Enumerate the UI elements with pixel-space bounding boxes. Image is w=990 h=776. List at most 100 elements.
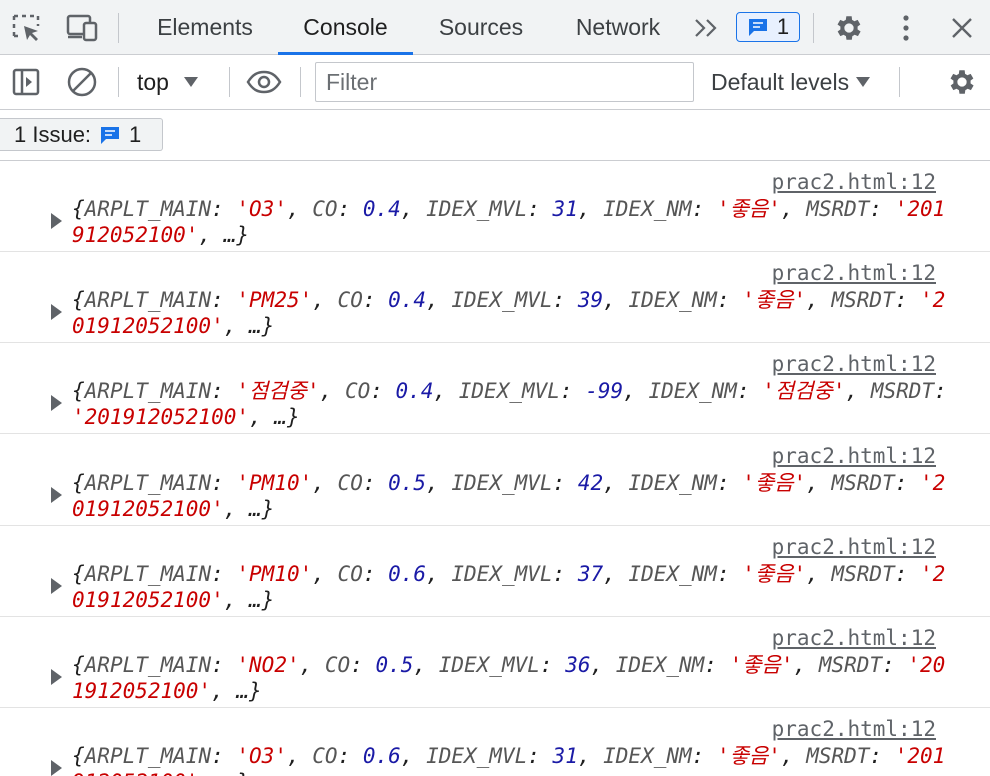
tab-sources[interactable]: Sources	[420, 0, 542, 54]
property-value: '좋음'	[742, 288, 807, 312]
property-key: IDEX_MVL	[426, 744, 528, 768]
toolbar-divider	[118, 67, 119, 97]
clear-console-icon[interactable]	[64, 65, 100, 99]
property-value: 0.4	[362, 197, 401, 221]
property-key: IDEX_NM	[603, 197, 692, 221]
property-value: 0.5	[375, 653, 414, 677]
console-log: prac2.html:12 {ARPLT_MAIN: 'O3', CO: 0.4,…	[0, 161, 990, 776]
source-link[interactable]: prac2.html:12	[772, 352, 936, 376]
property-value: 'PM25'	[236, 288, 313, 312]
context-selector[interactable]: top	[137, 55, 199, 109]
console-message[interactable]: prac2.html:12 {ARPLT_MAIN: 'PM10', CO: 0.…	[0, 526, 990, 617]
expand-triangle-icon[interactable]	[51, 395, 62, 411]
inspect-element-icon[interactable]	[8, 11, 44, 45]
source-link[interactable]: prac2.html:12	[772, 444, 936, 468]
property-value: 'NO2'	[236, 653, 300, 677]
property-value: 0.4	[388, 288, 427, 312]
more-vertical-icon[interactable]	[888, 11, 924, 45]
object-preview: {ARPLT_MAIN: 'PM25', CO: 0.4, IDEX_MVL: …	[72, 288, 946, 338]
source-link[interactable]: prac2.html:12	[772, 626, 936, 650]
property-key: CO	[337, 471, 363, 495]
issues-message-icon	[748, 19, 767, 36]
property-value: '좋음'	[716, 744, 781, 768]
expand-triangle-icon[interactable]	[51, 578, 62, 594]
tab-network[interactable]: Network	[556, 0, 680, 54]
settings-gear-icon[interactable]	[831, 11, 867, 45]
property-key: CO	[344, 379, 371, 403]
tab-elements[interactable]: Elements	[138, 0, 272, 54]
property-value: '점검중'	[762, 379, 846, 403]
log-levels-dropdown[interactable]: Default levels	[711, 55, 871, 109]
console-message[interactable]: prac2.html:12 {ARPLT_MAIN: 'PM10', CO: 0.…	[0, 435, 990, 526]
property-key: IDEX_MVL	[451, 562, 553, 586]
property-key: ARPLT_MAIN	[84, 744, 212, 768]
tab-label: Sources	[438, 13, 524, 40]
property-key: IDEX_MVL	[426, 197, 528, 221]
dropdown-triangle-icon	[856, 77, 871, 87]
property-key: IDEX_MVL	[451, 288, 553, 312]
console-message[interactable]: prac2.html:12 {ARPLT_MAIN: 'PM25', CO: 0.…	[0, 252, 990, 343]
property-key: IDEX_NM	[648, 379, 737, 403]
property-value: 0.6	[388, 562, 427, 586]
property-value: 'O3'	[236, 197, 287, 221]
tab-label: Network	[575, 13, 661, 40]
property-value: 0.4	[395, 379, 434, 403]
property-value: 31	[552, 197, 578, 221]
live-expression-eye-icon[interactable]	[244, 65, 284, 99]
expand-triangle-icon[interactable]	[51, 487, 62, 503]
expand-triangle-icon[interactable]	[51, 760, 62, 776]
property-key: IDEX_MVL	[438, 653, 540, 677]
tab-label: Elements	[157, 13, 253, 40]
property-value: 'O3'	[236, 744, 287, 768]
devtools-tab-bar: Elements Console Sources Network 1	[0, 0, 990, 55]
expand-triangle-icon[interactable]	[51, 304, 62, 320]
property-key: MSRDT	[806, 197, 870, 221]
issues-bar: 1 Issue: 1	[0, 110, 990, 161]
property-key: MSRDT	[806, 744, 870, 768]
tab-console[interactable]: Console	[278, 0, 413, 55]
console-message[interactable]: prac2.html:12 {ARPLT_MAIN: 'NO2', CO: 0.5…	[0, 617, 990, 708]
source-link[interactable]: prac2.html:12	[772, 261, 936, 285]
property-key: ARPLT_MAIN	[84, 562, 212, 586]
property-key: ARPLT_MAIN	[84, 288, 212, 312]
object-preview: {ARPLT_MAIN: 'NO2', CO: 0.5, IDEX_MVL: 3…	[72, 653, 946, 703]
property-value: -99	[585, 379, 624, 403]
device-toolbar-icon[interactable]	[64, 11, 100, 45]
toolbar-divider	[300, 67, 301, 97]
issues-label: 1 Issue:	[14, 121, 92, 147]
property-key: ARPLT_MAIN	[84, 471, 212, 495]
issues-counter-button[interactable]: 1	[736, 12, 800, 42]
console-toolbar: top Default levels	[0, 55, 990, 110]
console-message[interactable]: prac2.html:12 {ARPLT_MAIN: 'O3', CO: 0.4,…	[0, 161, 990, 252]
console-settings-gear-icon[interactable]	[942, 65, 982, 99]
property-value: 31	[552, 744, 578, 768]
source-link[interactable]: prac2.html:12	[772, 170, 936, 194]
toolbar-divider	[229, 67, 230, 97]
property-value: 42	[577, 471, 604, 495]
property-key: ARPLT_MAIN	[84, 653, 212, 677]
property-value: '좋음'	[729, 653, 794, 677]
more-tabs-icon[interactable]	[690, 12, 724, 44]
source-link[interactable]: prac2.html:12	[772, 535, 936, 559]
property-value: 'PM10'	[236, 562, 313, 586]
object-preview: {ARPLT_MAIN: 'O3', CO: 0.6, IDEX_MVL: 31…	[72, 743, 948, 776]
console-message[interactable]: prac2.html:12 {ARPLT_MAIN: 'O3', CO: 0.6,…	[0, 708, 990, 776]
property-value: '201912052100'	[72, 405, 250, 429]
issues-link-button[interactable]: 1 Issue: 1	[0, 118, 163, 151]
property-key: IDEX_NM	[628, 288, 717, 312]
property-key: MSRDT	[818, 653, 883, 677]
close-icon[interactable]	[944, 11, 980, 45]
log-levels-label: Default levels	[711, 68, 850, 95]
property-key: IDEX_NM	[628, 562, 717, 586]
expand-triangle-icon[interactable]	[51, 669, 62, 685]
expand-triangle-icon[interactable]	[51, 213, 62, 229]
property-value: '좋음'	[742, 471, 807, 495]
object-preview: {ARPLT_MAIN: 'PM10', CO: 0.5, IDEX_MVL: …	[72, 471, 946, 521]
console-message[interactable]: prac2.html:12 {ARPLT_MAIN: '점검중', CO: 0.4…	[0, 343, 990, 434]
property-key: MSRDT	[831, 288, 895, 312]
toolbar-divider	[899, 67, 900, 97]
filter-input[interactable]	[315, 62, 694, 102]
source-link[interactable]: prac2.html:12	[772, 717, 936, 741]
property-key: CO	[337, 562, 363, 586]
sidebar-toggle-icon[interactable]	[8, 65, 44, 99]
